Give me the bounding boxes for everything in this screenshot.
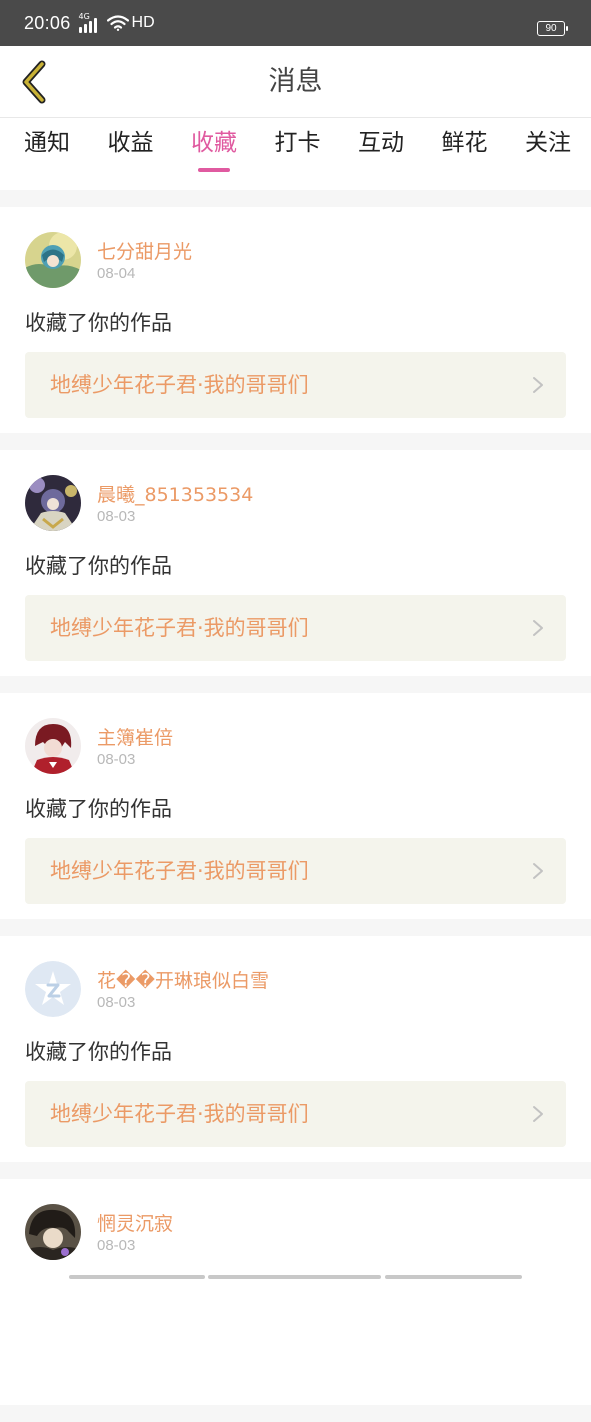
battery-level: 90 — [545, 23, 557, 34]
work-link[interactable]: 地缚少年花子君·我的哥哥们 — [25, 838, 566, 904]
tab-earnings[interactable]: 收益 — [108, 118, 154, 174]
tab-checkin[interactable]: 打卡 — [275, 118, 321, 174]
tab-label: 打卡 — [274, 130, 321, 156]
message-card: 主簿崔倍 08-03 收藏了你的作品 地缚少年花子君·我的哥哥们 — [0, 693, 591, 919]
chevron-right-icon — [533, 863, 543, 879]
status-bar: 20:06 4G HD 90 — [0, 0, 591, 46]
work-title: 地缚少年花子君·我的哥哥们 — [50, 616, 309, 640]
work-link[interactable]: 地缚少年花子君·我的哥哥们 — [25, 1081, 566, 1147]
tab-label: 互动 — [358, 130, 404, 156]
action-text: 收藏了你的作品 — [25, 311, 172, 335]
page-title: 消息 — [268, 66, 323, 97]
back-arrow-icon — [22, 60, 46, 104]
message-list: 七分甜月光 08-04 收藏了你的作品 地缚少年花子君·我的哥哥们 晨曦_851… — [0, 207, 591, 1422]
message-card: 惘灵沉寂 08-03 — [0, 1179, 591, 1405]
tab-label: 收藏 — [191, 130, 237, 156]
hd-indicator: HD — [131, 14, 155, 31]
chevron-right-icon — [533, 1106, 543, 1122]
tab-favorites[interactable]: 收藏 — [191, 118, 237, 174]
message-date: 08-04 — [97, 265, 136, 282]
avatar[interactable] — [25, 1204, 81, 1260]
home-indicator-segment — [69, 1275, 205, 1279]
avatar[interactable] — [25, 718, 81, 774]
chevron-right-icon — [533, 620, 543, 636]
avatar[interactable] — [25, 475, 81, 531]
username[interactable]: 惘灵沉寂 — [97, 1209, 173, 1236]
message-card: 七分甜月光 08-04 收藏了你的作品 地缚少年花子君·我的哥哥们 — [0, 207, 591, 433]
network-type: 4G — [78, 12, 90, 21]
tab-flowers[interactable]: 鲜花 — [442, 118, 488, 174]
action-text: 收藏了你的作品 — [25, 554, 172, 578]
back-button[interactable] — [12, 58, 56, 106]
message-card: 花��开琳琅似白雪 08-03 收藏了你的作品 地缚少年花子君·我的哥哥们 — [0, 936, 591, 1162]
work-title: 地缚少年花子君·我的哥哥们 — [50, 859, 309, 883]
wifi-icon — [106, 15, 129, 31]
active-tab-indicator — [198, 168, 230, 172]
home-indicator-segment — [385, 1275, 522, 1279]
username[interactable]: 主簿崔倍 — [97, 723, 173, 750]
tab-following[interactable]: 关注 — [525, 118, 571, 174]
tab-interaction[interactable]: 互动 — [358, 118, 404, 174]
work-title: 地缚少年花子君·我的哥哥们 — [50, 373, 309, 397]
battery-icon: 90 — [537, 21, 568, 36]
action-text: 收藏了你的作品 — [25, 1040, 172, 1064]
work-title: 地缚少年花子君·我的哥哥们 — [50, 1102, 309, 1126]
tab-label: 通知 — [24, 130, 70, 156]
cell-signal-icon: 4G — [78, 12, 99, 33]
tab-label: 收益 — [107, 130, 154, 156]
username[interactable]: 花��开琳琅似白雪 — [97, 966, 269, 993]
username[interactable]: 七分甜月光 — [97, 237, 192, 264]
tab-label: 鲜花 — [441, 130, 488, 156]
status-time: 20:06 — [24, 12, 71, 33]
message-date: 08-03 — [97, 508, 136, 525]
home-indicator-segment — [208, 1275, 381, 1279]
message-date: 08-03 — [97, 1237, 136, 1254]
action-text: 收藏了你的作品 — [25, 797, 172, 821]
tab-bar: 通知 收益 收藏 打卡 互动 鲜花 关注 — [0, 118, 591, 190]
tab-label: 关注 — [525, 130, 571, 156]
message-card: 晨曦_851353534 08-03 收藏了你的作品 地缚少年花子君·我的哥哥们 — [0, 450, 591, 676]
work-link[interactable]: 地缚少年花子君·我的哥哥们 — [25, 352, 566, 418]
header: 消息 — [0, 46, 591, 118]
avatar[interactable] — [25, 232, 81, 288]
avatar[interactable] — [25, 961, 81, 1017]
chevron-right-icon — [533, 377, 543, 393]
message-date: 08-03 — [97, 751, 136, 768]
work-link[interactable]: 地缚少年花子君·我的哥哥们 — [25, 595, 566, 661]
username[interactable]: 晨曦_851353534 — [97, 480, 253, 507]
message-date: 08-03 — [97, 994, 136, 1011]
tab-notifications[interactable]: 通知 — [24, 118, 70, 174]
